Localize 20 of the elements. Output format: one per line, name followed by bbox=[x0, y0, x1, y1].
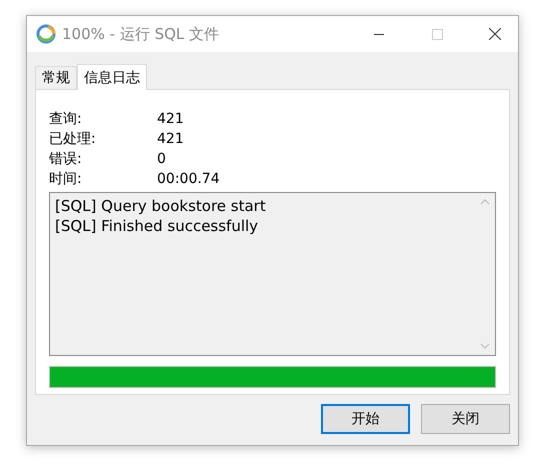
tab[interactable]: 信息日志 bbox=[77, 64, 147, 90]
close-icon bbox=[489, 28, 501, 40]
log-line: [SQL] Finished successfully bbox=[55, 216, 258, 236]
stat-value: 00:00.74 bbox=[157, 171, 220, 187]
scroll-up-icon[interactable] bbox=[480, 199, 490, 205]
stat-label: 时间: bbox=[49, 170, 83, 188]
stat-label: 查询: bbox=[49, 110, 83, 128]
scroll-down-icon[interactable] bbox=[480, 343, 490, 349]
tab[interactable]: 常规 bbox=[35, 66, 77, 89]
dialog-button[interactable]: 开始 bbox=[321, 404, 410, 434]
app-icon bbox=[36, 24, 56, 44]
stat-label: 已处理: bbox=[49, 130, 97, 148]
stat-value: 421 bbox=[157, 111, 184, 127]
window-title: 100% - 运行 SQL 文件 bbox=[62, 24, 220, 44]
stat-value: 421 bbox=[157, 131, 184, 147]
log-line: [SQL] Query bookstore start bbox=[55, 196, 266, 216]
maximize-icon bbox=[432, 28, 442, 40]
dialog-button[interactable]: 关闭 bbox=[421, 404, 510, 434]
stat-value: 0 bbox=[157, 151, 166, 167]
stat-label: 错误: bbox=[49, 150, 83, 168]
